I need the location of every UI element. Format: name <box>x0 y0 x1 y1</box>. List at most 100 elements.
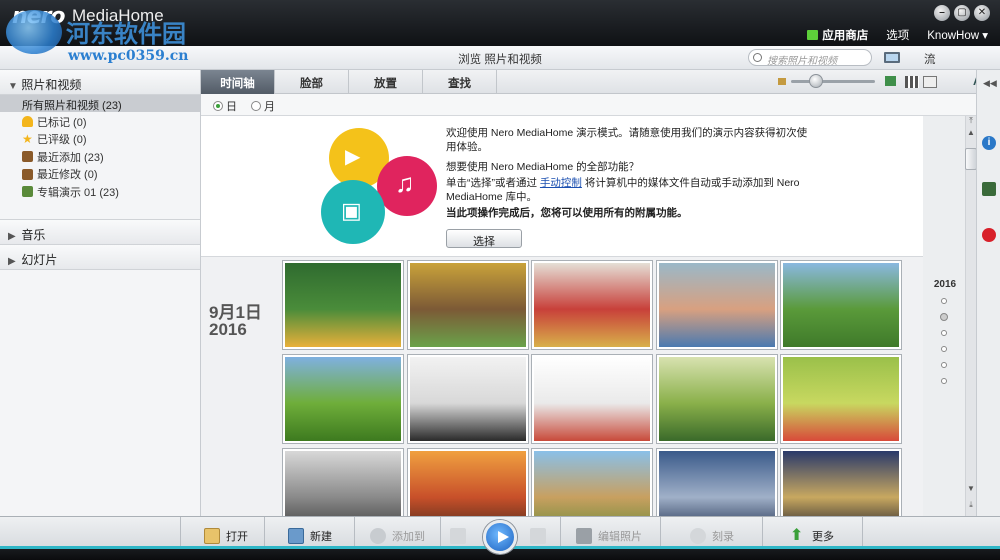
select-button[interactable]: 选择 <box>446 229 522 248</box>
timeline-marker[interactable] <box>941 362 947 368</box>
demo-line-note: 当此项操作完成后，您将可以使用所有的附属功能。 <box>446 206 816 220</box>
more-button[interactable]: ⬆ 更多 <box>790 517 834 547</box>
sidebar-item-label: 已标记 (0) <box>37 116 87 129</box>
open-button[interactable]: 打开 <box>204 517 248 547</box>
manual-control-link[interactable]: 手动控制 <box>540 177 582 189</box>
section-label: 幻灯片 <box>21 252 58 267</box>
open-icon <box>204 528 220 544</box>
small-thumbnail-icon <box>778 78 786 85</box>
sidebar-item-all[interactable]: 所有照片和视频 (23) <box>0 95 200 112</box>
photo-thumbnail[interactable] <box>781 449 901 516</box>
burn-disc-icon <box>690 528 706 544</box>
grid-view-icon[interactable] <box>905 76 919 88</box>
rotate-left-button[interactable] <box>450 517 466 547</box>
sidebar: ▼ 照片和视频 所有照片和视频 (23) 已标记 (0) ★ 已评级 (0) 最… <box>0 70 201 516</box>
tab-places[interactable]: 放置 <box>349 70 423 94</box>
photo-thumbnail[interactable] <box>532 449 652 516</box>
location-pin-icon[interactable] <box>982 228 996 242</box>
sidebar-item-label: 已评级 (0) <box>37 134 87 147</box>
info-icon[interactable]: i <box>982 136 996 150</box>
timeline-year[interactable]: 2016 <box>923 279 967 290</box>
photo-thumbnail[interactable] <box>283 449 403 516</box>
chevron-right-icon: ▶ <box>8 255 16 267</box>
sidebar-item-label: 专辑演示 01 (23) <box>37 186 119 199</box>
add-to-button[interactable]: 添加到 <box>370 517 425 547</box>
day-radio[interactable]: 日 <box>213 98 237 115</box>
month-radio[interactable]: 月 <box>251 98 275 115</box>
zoom-slider[interactable] <box>791 80 875 83</box>
maximize-button[interactable]: ▢ <box>954 5 970 21</box>
search-icon <box>753 53 762 62</box>
knowhow-menu[interactable]: KnowHow ▾ <box>927 28 988 42</box>
monitor-icon[interactable] <box>884 52 900 63</box>
photo-thumbnail[interactable] <box>532 261 652 349</box>
tab-find[interactable]: 查找 <box>423 70 497 94</box>
close-button[interactable]: ✕ <box>974 5 990 21</box>
divider <box>560 517 561 547</box>
demo-line-instructions: 单击“选择”或者通过 手动控制 将计算机中的媒体文件自动或手动添加到 Nero … <box>446 176 816 204</box>
demo-line-welcome: 欢迎使用 Nero MediaHome 演示模式。请随意使用我们的演示内容获得初… <box>446 127 808 153</box>
edit-photo-icon <box>576 528 592 544</box>
burn-button[interactable]: 刻录 <box>690 517 734 547</box>
chevron-right-icon: ▶ <box>8 230 16 242</box>
chevron-down-icon: ▼ <box>8 81 18 92</box>
title-bar: nero MediaHome 河东软件园 – ▢ ✕ 应用商店 选项 KnowH… <box>0 0 1000 48</box>
timeline-marker-current[interactable] <box>940 313 948 321</box>
sidebar-item-label: 最近修改 (0) <box>37 169 98 182</box>
options-menu[interactable]: 选项 <box>886 27 909 43</box>
minimize-button[interactable]: – <box>934 5 950 21</box>
day-label: 日 <box>226 101 237 113</box>
divider <box>180 517 181 547</box>
play-button[interactable] <box>483 520 517 554</box>
edit-photo-button[interactable]: 编辑照片 <box>576 517 642 547</box>
sidebar-item-rated[interactable]: ★ 已评级 (0) <box>0 130 200 148</box>
photo-thumbnail[interactable] <box>532 355 652 443</box>
app-store-link[interactable]: 应用商店 <box>807 27 868 43</box>
date-day: 9月1日 <box>209 303 262 322</box>
sidebar-item-label: 所有照片和视频 (23) <box>22 100 122 112</box>
photo-thumbnail[interactable] <box>656 261 777 349</box>
photo-thumbnail[interactable] <box>656 355 777 443</box>
search-placeholder: 搜索照片和视频 <box>767 56 837 67</box>
sidebar-section-music[interactable]: ▶ 音乐 <box>0 219 200 245</box>
sidebar-item-recent-modified[interactable]: 最近修改 (0) <box>0 165 200 183</box>
search-input[interactable]: 搜索照片和视频 <box>748 49 872 67</box>
zoom-slider-handle[interactable] <box>809 74 823 88</box>
rotate-right-button[interactable] <box>530 517 546 547</box>
right-panel: ◀◀ i <box>976 70 1000 516</box>
timeline-marker[interactable] <box>941 298 947 304</box>
instructions-pre: 单击“选择”或者通过 <box>446 177 540 189</box>
photo-thumbnail[interactable] <box>283 261 403 349</box>
sidebar-item-album[interactable]: 专辑演示 01 (23) <box>0 182 200 200</box>
date-year: 2016 <box>209 320 247 339</box>
photo-thumbnail[interactable] <box>407 449 528 516</box>
cart-icon <box>807 30 819 40</box>
list-view-icon[interactable] <box>923 76 937 88</box>
day-month-toggle: 日 月 <box>201 94 1000 116</box>
month-label: 月 <box>264 101 275 113</box>
sidebar-item-recent-added[interactable]: 最近添加 (23) <box>0 147 200 165</box>
stream-menu[interactable]: 流 <box>924 51 936 67</box>
timeline-marker[interactable] <box>941 378 947 384</box>
tab-timeline[interactable]: 时间轴 <box>201 70 275 94</box>
edit-photo-label: 编辑照片 <box>598 531 642 543</box>
timeline-marker[interactable] <box>941 330 947 336</box>
photo-thumbnail[interactable] <box>283 355 403 443</box>
modified-icon <box>22 168 33 180</box>
sidebar-section-slideshow[interactable]: ▶ 幻灯片 <box>0 244 200 270</box>
photo-thumbnail[interactable] <box>781 355 901 443</box>
timeline-marker[interactable] <box>941 346 947 352</box>
sidebar-item-flagged[interactable]: 已标记 (0) <box>0 112 200 130</box>
photo-thumbnail[interactable] <box>407 355 528 443</box>
photo-thumbnail[interactable] <box>407 261 528 349</box>
photo-thumbnail[interactable] <box>656 449 777 516</box>
new-button[interactable]: 新建 <box>288 517 332 547</box>
recent-icon <box>22 151 33 163</box>
sidebar-section-photos[interactable]: ▼ 照片和视频 <box>0 70 200 95</box>
star-icon: ★ <box>22 131 33 146</box>
person-tag-icon[interactable] <box>982 182 996 196</box>
photo-thumbnail[interactable] <box>781 261 901 349</box>
collapse-icon[interactable]: ◀◀ <box>983 78 997 89</box>
tab-faces[interactable]: 脸部 <box>275 70 349 94</box>
sidebar-item-label: 最近添加 (23) <box>37 151 104 164</box>
